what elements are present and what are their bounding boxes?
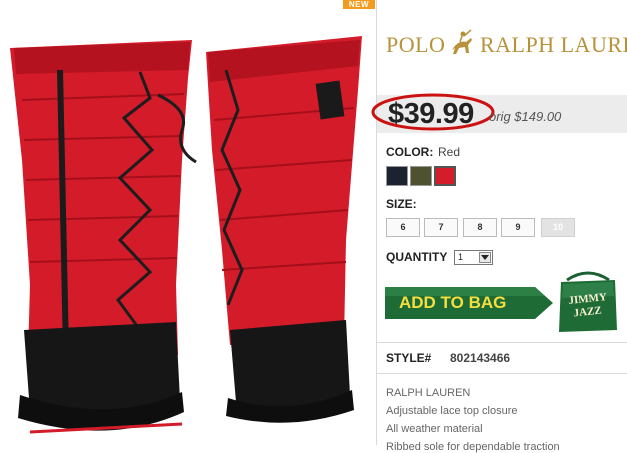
snow-boots-illustration	[10, 36, 362, 434]
quantity-value: 1	[458, 252, 464, 262]
swatch-navy[interactable]	[386, 166, 408, 186]
add-to-bag-label: ADD TO BAG	[399, 293, 507, 312]
product-image[interactable]	[0, 0, 376, 445]
swatch-olive[interactable]	[410, 166, 432, 186]
original-price: orig $149.00	[489, 109, 562, 124]
size-label: SIZE:	[386, 197, 417, 211]
left-boot	[10, 40, 197, 434]
description-line: Ribbed sole for dependable traction	[386, 441, 560, 453]
description-line: Adjustable lace top closure	[386, 405, 518, 417]
swatch-red[interactable]	[434, 166, 456, 186]
add-to-bag-button[interactable]: ADD TO BAG	[385, 287, 553, 319]
style-label: STYLE#	[386, 351, 432, 365]
divider	[377, 342, 627, 343]
size-option-6[interactable]: 6	[386, 218, 420, 237]
divider	[377, 373, 627, 374]
style-number: 802143466	[450, 351, 511, 365]
color-label: COLOR:	[386, 145, 434, 159]
description-line: RALPH LAUREN	[386, 387, 471, 399]
new-badge: NEW	[343, 0, 375, 9]
polo-player-icon	[452, 29, 472, 54]
right-boot	[206, 36, 362, 423]
chevron-down-icon[interactable]	[479, 252, 491, 263]
brand-word-ralph-lauren: RALPH LAUREN	[480, 32, 627, 57]
price-highlight-circle	[371, 93, 495, 131]
description-line: All weather material	[386, 423, 483, 435]
shopping-bag-icon: JIMMY JAZZ	[559, 271, 617, 332]
size-option-8[interactable]: 8	[463, 218, 497, 237]
brand-word-polo: POLO	[386, 32, 446, 57]
size-option-10: 10	[541, 218, 575, 237]
selected-color: Red	[438, 145, 461, 159]
brand-logo[interactable]: POLO RALPH LAUREN	[386, 26, 627, 62]
quantity-select[interactable]: 1	[454, 250, 493, 265]
divider	[376, 0, 377, 445]
size-option-9[interactable]: 9	[501, 218, 535, 237]
quantity-label: QUANTITY	[386, 250, 448, 264]
size-option-7[interactable]: 7	[424, 218, 458, 237]
